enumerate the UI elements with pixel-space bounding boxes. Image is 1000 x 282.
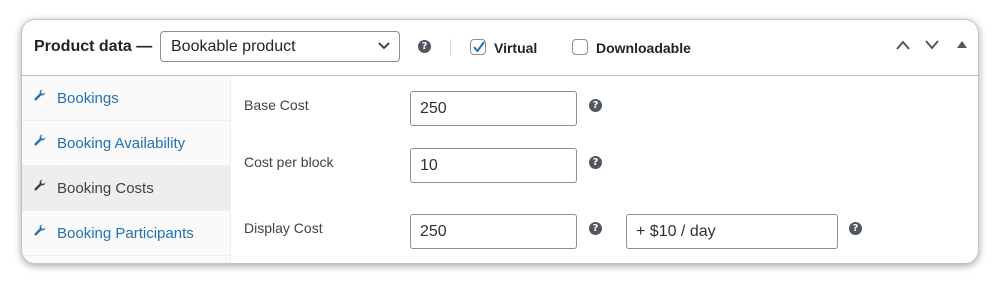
panel-title: Product data — bbox=[34, 38, 153, 55]
base-cost-input[interactable]: 250 bbox=[410, 91, 577, 126]
panel-header: Product data — Bookable product ? Virtua… bbox=[22, 20, 978, 76]
tab-booking-costs[interactable]: Booking Costs bbox=[22, 166, 230, 211]
downloadable-checkbox[interactable] bbox=[572, 39, 588, 55]
display-cost-input[interactable]: 250 bbox=[410, 214, 577, 249]
tab-label: Booking Participants bbox=[57, 225, 194, 242]
cost-per-block-value: 10 bbox=[420, 157, 438, 174]
checkmark-icon bbox=[473, 41, 485, 53]
move-up-icon[interactable] bbox=[896, 40, 910, 50]
product-type-select[interactable]: Bookable product bbox=[160, 31, 400, 62]
help-icon[interactable]: ? bbox=[589, 156, 602, 169]
tab-label: Booking Availability bbox=[57, 135, 186, 152]
tab-label: Booking Costs bbox=[57, 180, 154, 197]
cost-per-block-input[interactable]: 10 bbox=[410, 148, 577, 183]
help-icon[interactable]: ? bbox=[589, 222, 602, 235]
wrench-icon bbox=[34, 224, 46, 236]
wrench-icon bbox=[34, 134, 46, 146]
base-cost-label: Base Cost bbox=[244, 97, 309, 113]
help-icon[interactable]: ? bbox=[849, 222, 862, 235]
wrench-icon bbox=[34, 179, 46, 191]
tab-booking-participants[interactable]: Booking Participants bbox=[22, 211, 230, 256]
tab-bookings[interactable]: Bookings bbox=[22, 76, 230, 121]
display-cost-value: 250 bbox=[420, 223, 447, 240]
downloadable-label[interactable]: Downloadable bbox=[596, 40, 691, 56]
collapse-toggle-icon[interactable] bbox=[955, 40, 969, 50]
tab-booking-availability[interactable]: Booking Availability bbox=[22, 121, 230, 166]
base-cost-value: 250 bbox=[420, 100, 447, 117]
wrench-icon bbox=[34, 89, 46, 101]
product-type-value: Bookable product bbox=[171, 38, 296, 55]
virtual-checkbox[interactable] bbox=[470, 39, 486, 55]
display-cost-suffix-input[interactable]: + $10 / day bbox=[626, 214, 838, 249]
display-cost-suffix-value: + $10 / day bbox=[636, 223, 716, 240]
header-divider bbox=[450, 39, 451, 56]
product-data-panel: Product data — Bookable product ? Virtua… bbox=[21, 19, 979, 264]
product-data-tabs: Bookings Booking Availability Booking Co… bbox=[22, 76, 231, 263]
tab-label: Bookings bbox=[57, 90, 119, 107]
virtual-label[interactable]: Virtual bbox=[494, 40, 537, 56]
help-icon[interactable]: ? bbox=[589, 99, 602, 112]
move-down-icon[interactable] bbox=[925, 40, 939, 50]
display-cost-label: Display Cost bbox=[244, 220, 323, 236]
help-icon[interactable]: ? bbox=[418, 40, 431, 53]
cost-per-block-label: Cost per block bbox=[244, 154, 334, 170]
chevron-down-icon bbox=[378, 42, 390, 50]
